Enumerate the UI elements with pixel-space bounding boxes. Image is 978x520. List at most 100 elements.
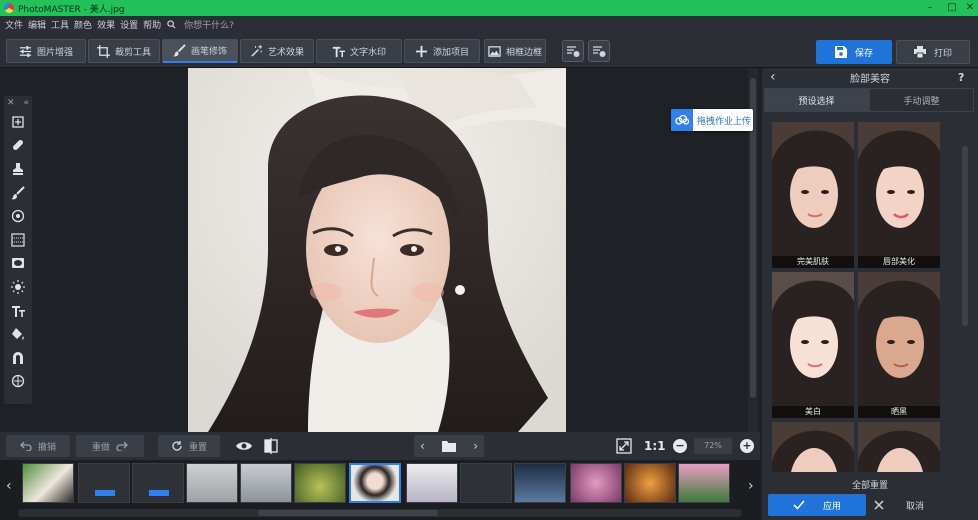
menu-tools[interactable]: 工具	[51, 18, 69, 31]
gradient-tool[interactable]	[4, 228, 32, 252]
compare-icon[interactable]	[264, 438, 278, 457]
text-tool[interactable]	[4, 299, 32, 323]
history-back-button[interactable]	[562, 40, 584, 62]
panel-title: 脸部美容	[850, 73, 890, 85]
film-thumbnail[interactable]	[186, 463, 238, 503]
close-palette-icon[interactable]: ✕	[7, 98, 15, 108]
preset-scrollbar[interactable]	[960, 136, 970, 466]
photo-canvas[interactable]	[188, 68, 566, 432]
tab-enhance[interactable]: 图片增强	[6, 39, 86, 63]
apply-button[interactable]: 应用	[768, 494, 866, 516]
transform-tool[interactable]	[4, 110, 32, 134]
eye-icon[interactable]	[236, 439, 252, 456]
reset-all-button[interactable]: 全部重置	[762, 478, 978, 492]
film-thumbnail[interactable]	[294, 463, 346, 503]
menu-edit[interactable]: 编辑	[28, 18, 46, 31]
tab-text-label: 文字水印	[349, 47, 386, 58]
chevron-left-icon[interactable]: ‹	[420, 439, 425, 453]
text-icon	[332, 46, 345, 57]
film-thumbnail[interactable]	[624, 463, 676, 503]
preset-partial[interactable]	[772, 422, 854, 472]
menu-color[interactable]: 颜色	[74, 18, 92, 31]
preset-whiten[interactable]: 美白	[772, 272, 854, 418]
tab-add[interactable]: 添加项目	[404, 39, 480, 63]
plus-icon	[415, 45, 428, 57]
film-thumbnail[interactable]	[570, 463, 622, 503]
film-thumbnail[interactable]	[22, 463, 74, 503]
collapse-palette-icon[interactable]: «	[23, 98, 29, 108]
film-thumbnail[interactable]	[240, 463, 292, 503]
preset-thumbnail	[772, 272, 854, 418]
title-bar: PhotoMASTER - 美人.jpg – □ ✕	[0, 0, 978, 16]
tab-art[interactable]: 艺术效果	[240, 39, 314, 63]
film-prev-icon[interactable]: ‹	[6, 478, 12, 494]
left-tool-palette: ✕ «	[4, 96, 32, 404]
tab-add-label: 添加项目	[432, 47, 469, 58]
close-button[interactable]: ✕	[958, 0, 978, 16]
history-forward-button[interactable]	[588, 40, 610, 62]
print-label: 打印	[933, 48, 952, 59]
zoom-out-button[interactable]: −	[673, 439, 687, 453]
zoom-actual-button[interactable]: 1:1	[644, 439, 666, 453]
film-thumbnail[interactable]	[678, 463, 730, 503]
panel-header: ‹ 脸部美容 ?	[762, 68, 978, 86]
chevron-right-icon[interactable]: ›	[473, 439, 478, 453]
film-thumbnail[interactable]	[78, 463, 130, 503]
scrollbar-thumb[interactable]	[962, 146, 968, 326]
menu-effects[interactable]: 效果	[97, 18, 115, 31]
film-next-icon[interactable]: ›	[748, 478, 754, 494]
stamp-tool[interactable]	[4, 157, 32, 181]
cancel-button[interactable]: 取消	[868, 494, 968, 516]
film-thumbnail-selected[interactable]	[349, 463, 401, 503]
menu-bar: 文件 编辑 工具 颜色 效果 设置 帮助 你想干什么?	[0, 16, 978, 32]
app-logo-icon	[4, 3, 14, 13]
filmstrip-scrollbar[interactable]	[18, 509, 742, 517]
film-thumbnail[interactable]	[132, 463, 184, 503]
tab-presets[interactable]: 预设选择	[764, 88, 869, 112]
help-icon[interactable]: ?	[958, 71, 964, 84]
film-thumbnail[interactable]	[514, 463, 566, 503]
light-tool[interactable]	[4, 275, 32, 299]
preset-tan[interactable]: 晒黑	[858, 272, 940, 418]
menu-search[interactable]: 你想干什么?	[167, 18, 234, 31]
minimize-button[interactable]: –	[918, 0, 942, 16]
undo-button[interactable]: 撤销	[6, 435, 70, 457]
healing-tool[interactable]	[4, 134, 32, 158]
menu-help[interactable]: 帮助	[143, 18, 161, 31]
mask-tool[interactable]	[4, 370, 32, 394]
cloud-upload-button[interactable]: 拖拽作业上传	[671, 109, 753, 131]
preset-thumbnail	[858, 422, 940, 472]
tab-brush[interactable]: 画笔修饰	[162, 39, 238, 63]
zoom-value-field[interactable]: 72%	[694, 438, 732, 454]
menu-file[interactable]: 文件	[5, 18, 23, 31]
vignette-tool[interactable]	[4, 252, 32, 276]
tab-manual[interactable]: 手动调整	[869, 88, 974, 112]
history-list-icon	[593, 46, 606, 57]
redo-button[interactable]: 重做	[76, 435, 144, 457]
preset-perfect-skin[interactable]: 完美肌肤	[772, 122, 854, 268]
preset-lip[interactable]: 唇部美化	[858, 122, 940, 268]
preset-partial[interactable]	[858, 422, 940, 472]
blur-tool[interactable]	[4, 204, 32, 228]
scrollbar-thumb[interactable]	[258, 510, 438, 516]
print-button[interactable]: 打印	[896, 40, 970, 64]
tab-text[interactable]: 文字水印	[316, 39, 402, 63]
close-icon	[874, 500, 884, 510]
reset-button[interactable]: 重置	[158, 435, 220, 457]
save-button[interactable]: 保存	[816, 40, 892, 64]
redo-icon	[116, 441, 128, 451]
fill-tool[interactable]	[4, 322, 32, 346]
brush-tool[interactable]	[4, 181, 32, 205]
shield-icon	[11, 375, 25, 388]
reset-label: 重置	[188, 442, 207, 453]
film-thumbnail[interactable]	[460, 463, 512, 503]
tab-crop[interactable]: 裁剪工具	[88, 39, 160, 63]
tab-frame[interactable]: 相框边框	[484, 39, 546, 63]
film-thumbnail[interactable]	[406, 463, 458, 503]
zoom-in-button[interactable]: +	[740, 439, 754, 453]
magnet-tool[interactable]	[4, 346, 32, 370]
fit-screen-icon[interactable]	[616, 438, 632, 457]
back-chevron-icon[interactable]: ‹	[770, 69, 776, 85]
menu-settings[interactable]: 设置	[120, 18, 138, 31]
folder-icon[interactable]	[442, 440, 456, 452]
